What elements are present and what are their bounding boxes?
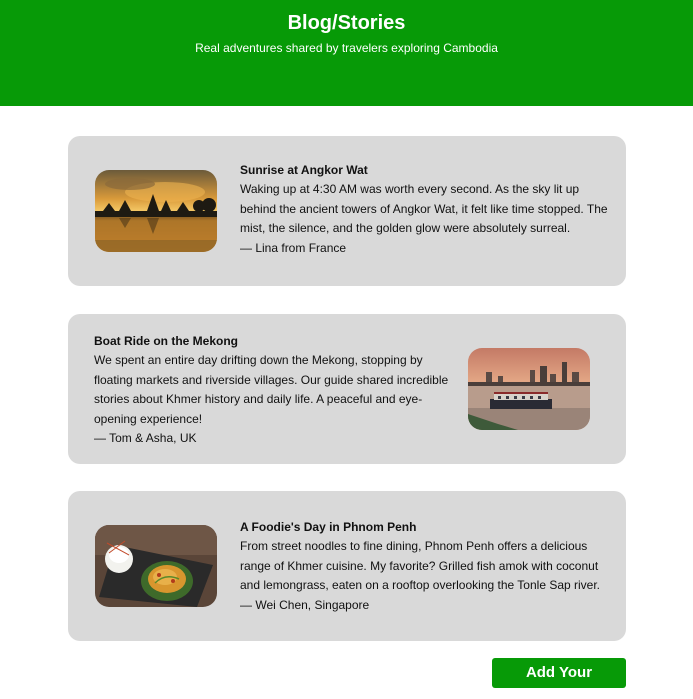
page-title: Blog/Stories (287, 12, 406, 34)
page-subtitle: Real adventures shared by travelers expl… (195, 41, 498, 55)
angkor-wat-sunrise-photo (95, 170, 217, 252)
story-author: — Lina from France (240, 240, 347, 255)
story-author: — Wei Chen, Singapore (240, 597, 370, 612)
fish-amok-dish-photo (95, 525, 217, 607)
story-body: From street noodles to fine dining, Phno… (240, 539, 601, 593)
story-text: A Foodie's Day in Phnom Penh From street… (240, 518, 618, 615)
story-body: Waking up at 4:30 AM was worth every sec… (240, 182, 608, 236)
story-author: — Tom & Asha, UK (94, 431, 197, 446)
add-your-story-button[interactable]: Add Your (492, 658, 626, 688)
story-text: Sunrise at Angkor Wat Waking up at 4:30 … (240, 161, 615, 258)
story-title: A Foodie's Day in Phnom Penh (240, 520, 417, 534)
story-text: Boat Ride on the Mekong We spent an enti… (94, 332, 449, 448)
story-card: Sunrise at Angkor Wat Waking up at 4:30 … (68, 136, 626, 286)
story-card: Boat Ride on the Mekong We spent an enti… (68, 314, 626, 464)
story-card: A Foodie's Day in Phnom Penh From street… (68, 491, 626, 641)
page-header: Blog/Stories Real adventures shared by t… (0, 0, 693, 106)
story-title: Sunrise at Angkor Wat (240, 163, 368, 177)
story-body: We spent an entire day drifting down the… (94, 353, 449, 426)
story-title: Boat Ride on the Mekong (94, 334, 238, 348)
mekong-river-boat-photo (468, 348, 590, 430)
